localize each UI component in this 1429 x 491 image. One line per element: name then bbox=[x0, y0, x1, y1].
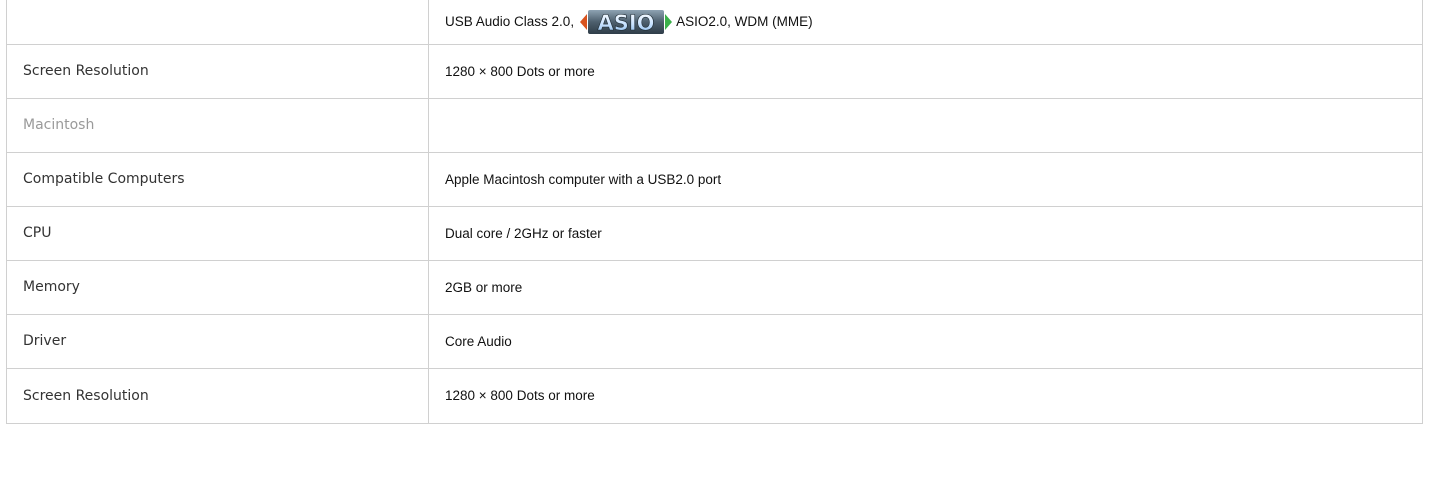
row-value: 1280 × 800 Dots or more bbox=[428, 367, 1423, 424]
row-label: Driver bbox=[6, 313, 429, 369]
table-row: Memory 2GB or more bbox=[6, 259, 1423, 315]
driver-value-prefix: USB Audio Class 2.0, bbox=[445, 14, 575, 30]
row-label: CPU bbox=[6, 205, 429, 261]
row-value: 2GB or more bbox=[428, 259, 1423, 315]
table-row: CPU Dual core / 2GHz or faster bbox=[6, 205, 1423, 261]
section-header-row: Macintosh bbox=[6, 97, 1423, 153]
driver-value-line: USB Audio Class 2.0, ASIO ASIO2.0, WDM (… bbox=[445, 9, 813, 35]
row-value bbox=[428, 97, 1423, 153]
driver-value-suffix: ASIO2.0, WDM (MME) bbox=[676, 14, 813, 30]
row-label: Screen Resolution bbox=[6, 367, 429, 424]
row-label: Compatible Computers bbox=[6, 151, 429, 207]
asio-logo-text: ASIO bbox=[598, 11, 655, 35]
section-label: Macintosh bbox=[6, 97, 429, 153]
row-value: 1280 × 800 Dots or more bbox=[428, 43, 1423, 99]
table-row: Driver Core Audio bbox=[6, 313, 1423, 369]
row-value: Apple Macintosh computer with a USB2.0 p… bbox=[428, 151, 1423, 207]
row-value: Core Audio bbox=[428, 313, 1423, 369]
row-value: USB Audio Class 2.0, ASIO ASIO2.0, WDM (… bbox=[428, 0, 1423, 45]
row-label bbox=[6, 0, 429, 45]
table-row: Compatible Computers Apple Macintosh com… bbox=[6, 151, 1423, 207]
spec-table: USB Audio Class 2.0, ASIO ASIO2.0, WDM (… bbox=[6, 0, 1423, 424]
row-value: Dual core / 2GHz or faster bbox=[428, 205, 1423, 261]
table-row: Screen Resolution 1280 × 800 Dots or mor… bbox=[6, 367, 1423, 424]
row-label: Screen Resolution bbox=[6, 43, 429, 99]
asio-logo-icon: ASIO bbox=[580, 9, 673, 35]
table-row: USB Audio Class 2.0, ASIO ASIO2.0, WDM (… bbox=[6, 0, 1423, 45]
row-label: Memory bbox=[6, 259, 429, 315]
table-row: Screen Resolution 1280 × 800 Dots or mor… bbox=[6, 43, 1423, 99]
